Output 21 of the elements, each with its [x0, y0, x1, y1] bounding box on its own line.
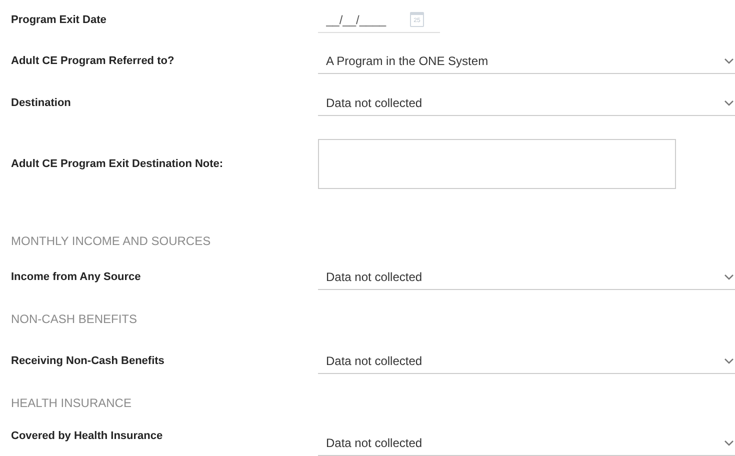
field-label: Receiving Non-Cash Benefits	[10, 355, 166, 367]
field-label: Program Exit Date	[10, 14, 108, 26]
chevron-down-icon	[724, 358, 734, 364]
field-label: Adult CE Program Referred to?	[10, 55, 176, 67]
field-label: Covered by Health Insurance	[10, 430, 164, 442]
section-heading: MONTHLY INCOME AND SOURCES	[11, 234, 211, 250]
field-label: Destination	[10, 97, 72, 109]
chevron-down-icon	[724, 58, 734, 64]
dropdown[interactable]: A Program in the ONE System	[318, 48, 735, 74]
note-field[interactable]	[318, 139, 676, 189]
dropdown[interactable]: Data not collected	[318, 90, 735, 116]
chevron-down-icon	[724, 274, 734, 280]
section-heading: HEALTH INSURANCE	[11, 396, 132, 410]
chevron-down-icon	[724, 100, 734, 106]
field-label: Adult CE Program Exit Destination Note:	[10, 158, 224, 170]
dropdown[interactable]: Data not collected	[318, 348, 735, 374]
dropdown[interactable]: Data not collected	[318, 430, 735, 456]
chevron-down-icon	[724, 440, 734, 446]
field-label: Income from Any Source	[10, 271, 142, 283]
section-heading: NON-CASH BENEFITS	[11, 312, 138, 326]
dropdown[interactable]: Data not collected	[318, 264, 735, 290]
